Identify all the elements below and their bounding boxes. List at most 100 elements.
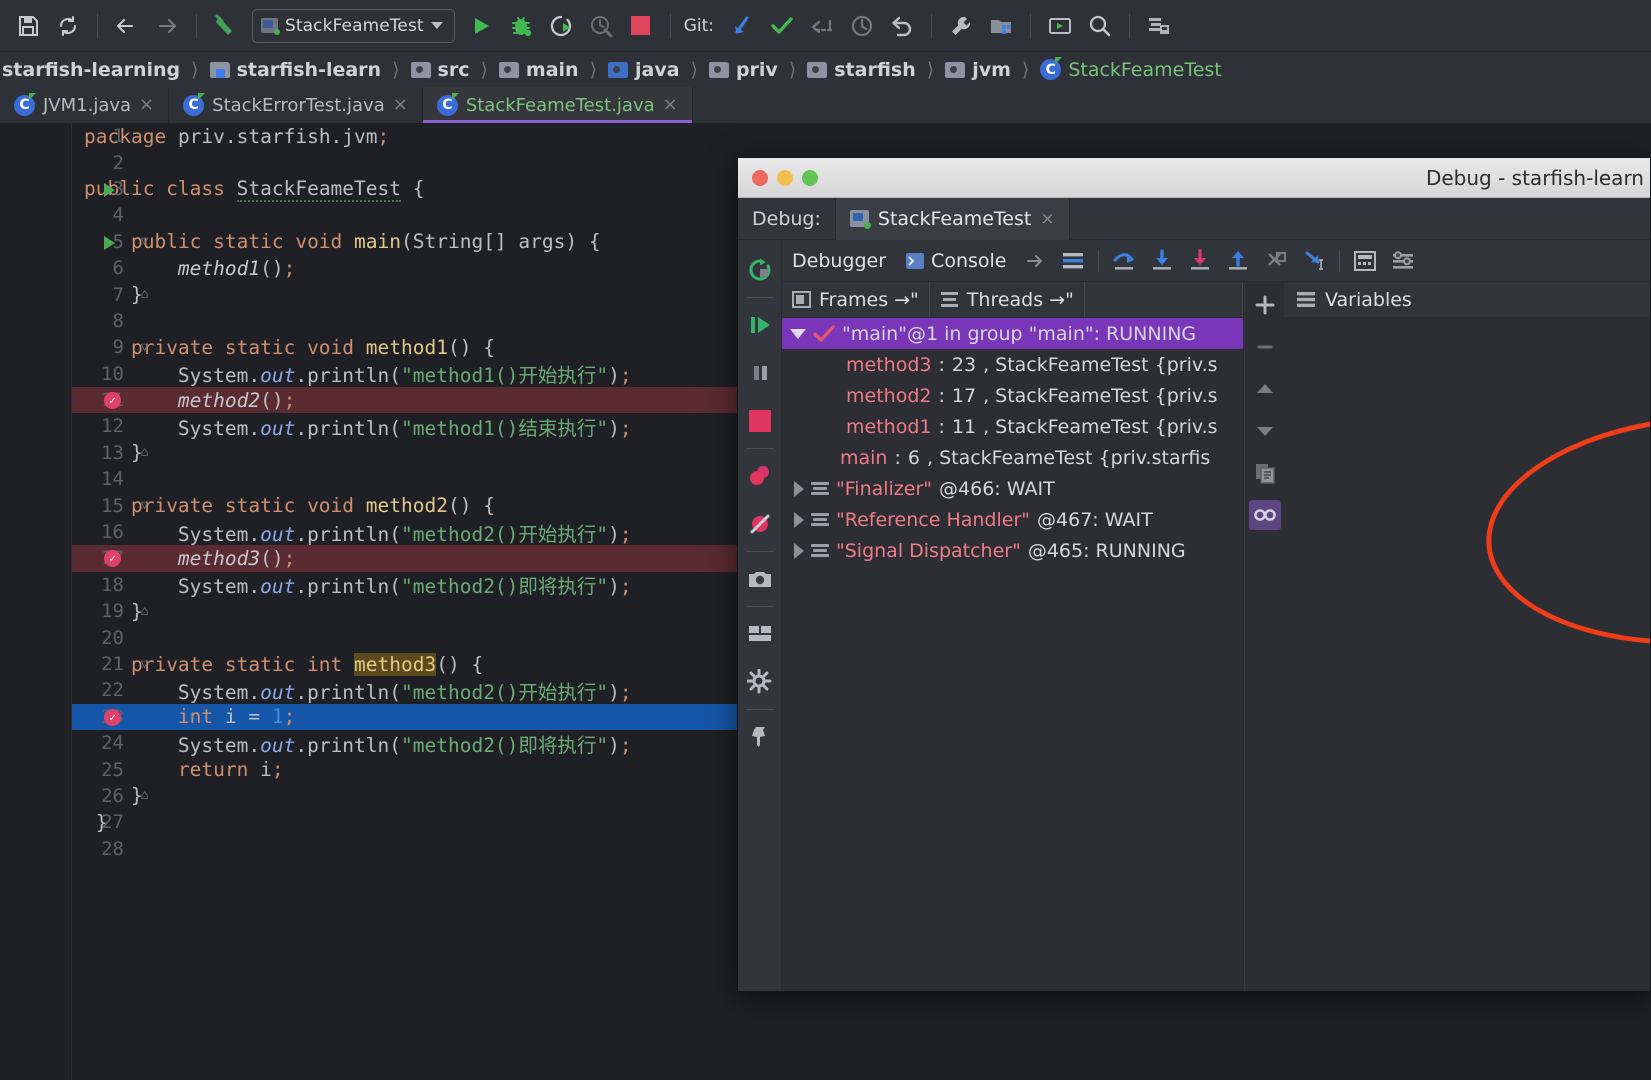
- force-step-into-icon[interactable]: [1181, 242, 1219, 280]
- chevron-right-icon[interactable]: [794, 543, 804, 559]
- build-icon[interactable]: [206, 6, 246, 46]
- fold-end-icon[interactable]: ⌂: [138, 288, 151, 301]
- editor-gutter[interactable]: [0, 123, 72, 1080]
- stop-icon[interactable]: [740, 397, 780, 445]
- run-to-cursor-icon[interactable]: [1295, 242, 1333, 280]
- debug-button[interactable]: [501, 6, 541, 46]
- git-update-icon[interactable]: [722, 6, 762, 46]
- remove-icon[interactable]: [1249, 332, 1281, 362]
- debug-session-tab[interactable]: StackFeameTest ×: [835, 198, 1070, 240]
- project-structure-icon[interactable]: [981, 6, 1021, 46]
- git-history-icon[interactable]: [842, 6, 882, 46]
- stack-frame-row[interactable]: method2:17, StackFeameTest {priv.s: [782, 380, 1243, 411]
- breadcrumb-item-main[interactable]: main: [497, 59, 581, 81]
- fold-end-icon[interactable]: ⌂: [138, 789, 151, 802]
- breadcrumb-item-priv[interactable]: priv: [707, 59, 780, 81]
- stack-frame-row[interactable]: method1:11, StackFeameTest {priv.s: [782, 411, 1243, 442]
- view-breakpoints-icon[interactable]: [740, 452, 780, 500]
- editor-tab-stackfeametest[interactable]: StackFeameTest.java ×: [423, 87, 693, 123]
- show-execution-point-icon[interactable]: [1054, 242, 1092, 280]
- tab-debugger[interactable]: Debugger: [782, 250, 896, 272]
- stack-frame-row[interactable]: method3:23, StackFeameTest {priv.s: [782, 349, 1243, 380]
- close-icon[interactable]: ×: [393, 96, 408, 114]
- pause-program-icon[interactable]: [740, 349, 780, 397]
- variables-content[interactable]: [1284, 318, 1650, 991]
- variables-header[interactable]: Variables: [1284, 282, 1650, 318]
- chevron-down-icon[interactable]: [790, 329, 806, 339]
- stack-frame-row[interactable]: main:6, StackFeameTest {priv.starfis: [782, 442, 1243, 473]
- back-arrow-icon[interactable]: [107, 6, 147, 46]
- thread-row-finalizer[interactable]: "Finalizer"@466: WAIT: [782, 473, 1243, 504]
- step-over-icon[interactable]: [1105, 242, 1143, 280]
- breadcrumb-item-jvm[interactable]: jvm: [943, 59, 1013, 81]
- run-configuration-selector[interactable]: StackFeameTest: [252, 9, 455, 43]
- run-gutter-icon[interactable]: [104, 183, 115, 197]
- thread-row-main[interactable]: "main"@1 in group "main": RUNNING: [782, 318, 1243, 349]
- run-gutter-icon[interactable]: [104, 236, 115, 250]
- frame-line: 6: [908, 447, 920, 469]
- thread-row-reference-handler[interactable]: "Reference Handler"@467: WAIT: [782, 504, 1243, 535]
- tab-console[interactable]: Console: [896, 250, 1016, 272]
- settings-icon[interactable]: [941, 6, 981, 46]
- console-arrow-icon[interactable]: [1016, 242, 1054, 280]
- save-icon[interactable]: [8, 6, 48, 46]
- breadcrumb-item-project[interactable]: starfish-learning: [0, 59, 182, 81]
- git-push-icon[interactable]: [802, 6, 842, 46]
- fold-end-icon[interactable]: ⌂: [138, 605, 151, 618]
- thread-row-signal-dispatcher[interactable]: "Signal Dispatcher"@465: RUNNING: [782, 535, 1243, 566]
- profile-button[interactable]: [581, 6, 621, 46]
- breadcrumb-item-java[interactable]: java: [606, 59, 682, 81]
- editor-tab-stackerrortest[interactable]: StackErrorTest.java ×: [169, 87, 423, 123]
- add-icon[interactable]: [1249, 290, 1281, 320]
- stop-button[interactable]: [621, 6, 661, 46]
- move-down-icon[interactable]: [1249, 416, 1281, 446]
- step-into-icon[interactable]: [1143, 242, 1181, 280]
- step-out-icon[interactable]: [1219, 242, 1257, 280]
- debug-window[interactable]: Debug - starfish-learn Debug: StackFeame…: [737, 157, 1651, 992]
- rerun-icon[interactable]: [740, 246, 780, 294]
- divider: [1098, 250, 1099, 272]
- terminal-icon[interactable]: [1040, 6, 1080, 46]
- breadcrumb-item-starfish[interactable]: starfish: [805, 59, 918, 81]
- chevron-right-icon[interactable]: [794, 481, 804, 497]
- breadcrumb-item-class[interactable]: StackFeameTest: [1038, 59, 1223, 81]
- sync-icon[interactable]: [48, 6, 88, 46]
- fold-marker-icon[interactable]: ▽: [138, 235, 151, 248]
- move-up-icon[interactable]: [1249, 374, 1281, 404]
- run-button[interactable]: [461, 6, 501, 46]
- pin-icon[interactable]: [740, 713, 780, 761]
- threads-frames-list[interactable]: "main"@1 in group "main": RUNNING method…: [782, 318, 1243, 991]
- evaluate-expression-icon[interactable]: [1346, 242, 1384, 280]
- copy-icon[interactable]: [1249, 458, 1281, 488]
- settings-gear-icon[interactable]: [740, 658, 780, 706]
- settings-icon[interactable]: [1384, 242, 1422, 280]
- git-commit-icon[interactable]: [762, 6, 802, 46]
- fold-marker-icon[interactable]: ▽: [138, 658, 151, 671]
- breadcrumb-item-src[interactable]: src: [409, 59, 472, 81]
- editor-tab-jvm1[interactable]: JVM1.java ×: [0, 87, 169, 123]
- chevron-right-icon[interactable]: [794, 512, 804, 528]
- search-icon[interactable]: [1080, 6, 1120, 46]
- fold-end-icon[interactable]: ⌂: [138, 446, 151, 459]
- breakpoint-icon[interactable]: [104, 550, 121, 567]
- screenshot-icon[interactable]: [740, 555, 780, 603]
- fold-marker-icon[interactable]: ▽: [138, 499, 151, 512]
- fold-marker-icon[interactable]: ▽: [138, 341, 151, 354]
- close-icon[interactable]: ×: [139, 96, 154, 114]
- mute-breakpoints-icon[interactable]: [740, 500, 780, 548]
- breakpoint-icon[interactable]: [104, 392, 121, 409]
- run-with-coverage-button[interactable]: [541, 6, 581, 46]
- frames-header-button[interactable]: Frames →": [782, 282, 930, 317]
- drop-frame-icon[interactable]: [1257, 242, 1295, 280]
- resume-program-icon[interactable]: [740, 301, 780, 349]
- forward-arrow-icon[interactable]: [147, 6, 187, 46]
- threads-header-button[interactable]: Threads →": [930, 282, 1085, 317]
- breakpoint-icon[interactable]: [104, 709, 121, 726]
- git-rollback-icon[interactable]: [882, 6, 922, 46]
- breadcrumb-item-module[interactable]: starfish-learn: [208, 59, 384, 81]
- layout-icon[interactable]: [740, 610, 780, 658]
- database-icon[interactable]: [1139, 6, 1179, 46]
- close-icon[interactable]: ×: [1040, 209, 1054, 229]
- watches-icon[interactable]: [1249, 500, 1281, 530]
- close-icon[interactable]: ×: [663, 96, 678, 114]
